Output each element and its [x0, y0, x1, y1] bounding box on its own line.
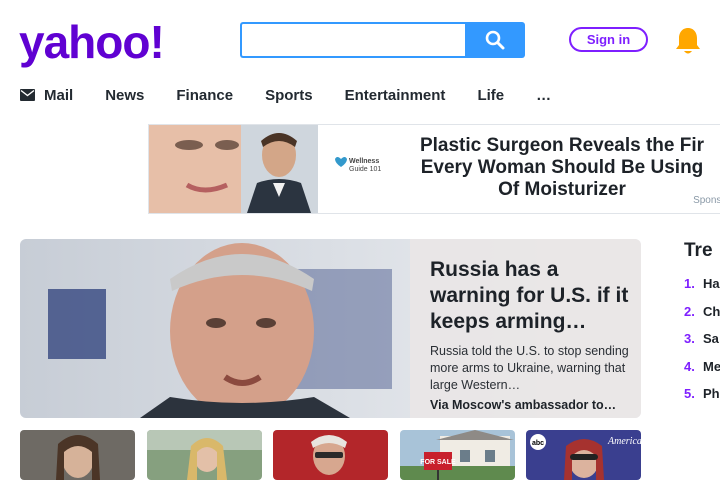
trending-number: 2. [684, 303, 695, 319]
svg-text:Guide 101: Guide 101 [349, 166, 381, 173]
trending-item[interactable]: 5. Ph [684, 386, 720, 414]
thumb-woman-abc[interactable]: abc American [526, 430, 641, 480]
ad-sponsored-label: Sponso [693, 195, 720, 206]
trending-title: Tre [684, 240, 713, 261]
trending-number: 4. [684, 358, 695, 374]
search-icon [485, 30, 505, 50]
nav-item-entertainment[interactable]: Entertainment [345, 87, 446, 104]
nav-item-news[interactable]: News [105, 87, 144, 104]
trending-text: Ph [703, 386, 720, 401]
thumbnail-row: FOR SALE abc American [20, 430, 653, 480]
nav-item-mail[interactable]: Mail [20, 87, 73, 104]
hero-story[interactable]: Russia has a warning for U.S. if it keep… [20, 239, 641, 418]
hero-title[interactable]: Russia has a warning for U.S. if it keep… [430, 257, 629, 335]
mail-icon [20, 89, 35, 101]
trending-text: Me [703, 358, 720, 374]
nav-item-finance[interactable]: Finance [176, 87, 233, 104]
trending-item[interactable]: 2. Ch [684, 304, 720, 332]
search-input[interactable] [240, 22, 465, 58]
trending-list: 1. Ha 2. Ch 3. Sa 4. Me 5. Ph [684, 276, 720, 414]
trending-text: Ch [703, 303, 720, 319]
trending-item[interactable]: 1. Ha [684, 276, 720, 304]
trending-text: Ha [703, 276, 720, 291]
ad-headline-line-1: Plastic Surgeon Reveals the Fir [419, 135, 705, 156]
main-nav: Mail News Finance Sports Entertainment L… [20, 85, 583, 105]
nav-item-life[interactable]: Life [477, 87, 504, 104]
thumb-house-for-sale[interactable]: FOR SALE [399, 430, 515, 480]
logo-text: yahoo! [19, 18, 164, 68]
nav-item-sports[interactable]: Sports [265, 87, 313, 104]
thumb-woman-outdoors[interactable] [146, 430, 262, 480]
ad-banner[interactable]: Wellness Guide 101 Plastic Surgeon Revea… [148, 124, 720, 214]
trending-number: 5. [684, 386, 695, 401]
thumb-woman-courtroom[interactable] [20, 430, 135, 480]
ad-image [149, 125, 318, 213]
ad-headline[interactable]: Plastic Surgeon Reveals the Fir Every Wo… [397, 135, 720, 201]
hero-text-panel: Russia has a warning for U.S. if it keep… [410, 239, 641, 418]
ad-headline-line-3: Of Moisturizer [498, 179, 626, 200]
abc-logo-text: abc [532, 440, 544, 447]
ad-headline-line-2: Every Woman Should Be Using [420, 157, 704, 178]
trending-item[interactable]: 4. Me [684, 359, 720, 387]
trending-number: 1. [684, 276, 695, 291]
bell-icon[interactable] [674, 26, 702, 56]
trending-number: 3. [684, 331, 695, 346]
american-overlay-text: American [607, 436, 641, 447]
wellness-guide-logo: Wellness Guide 101 [335, 157, 381, 173]
yahoo-logo[interactable]: yahoo! [19, 18, 189, 70]
hero-source[interactable]: Via Moscow's ambassador to… [430, 398, 629, 412]
hero-summary: Russia told the U.S. to stop sending mor… [430, 344, 629, 392]
trending-text: Sa [703, 331, 719, 346]
sign-in-button[interactable]: Sign in [569, 27, 648, 52]
trending-item[interactable]: 3. Sa [684, 331, 720, 359]
thumb-man-red-seats[interactable] [273, 430, 388, 480]
nav-label-mail: Mail [44, 86, 74, 104]
ad-logo-text: Wellness [349, 158, 379, 165]
nav-item-more[interactable]: … [536, 87, 551, 104]
for-sale-sign-text: FOR SALE [420, 459, 456, 466]
search-bar [240, 22, 525, 58]
search-button[interactable] [465, 22, 525, 58]
